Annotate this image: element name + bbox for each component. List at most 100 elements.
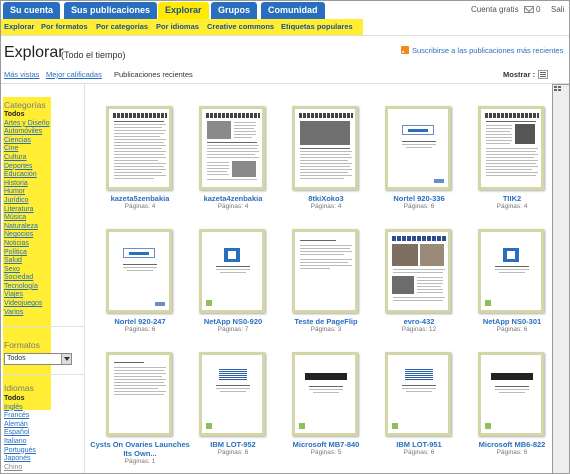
- publication-thumbnail[interactable]: [385, 229, 451, 313]
- publication-thumbnail[interactable]: [478, 106, 544, 190]
- publication-title[interactable]: Microsoft MB7-840: [274, 440, 378, 449]
- publication-title[interactable]: TIIK2: [460, 194, 564, 203]
- publication-thumbnail[interactable]: [292, 106, 358, 190]
- category-item[interactable]: Videojuegos: [4, 300, 50, 309]
- publication-thumbnail[interactable]: [385, 352, 451, 436]
- publication-thumbnail[interactable]: [106, 229, 172, 313]
- category-item[interactable]: Artes y Diseño: [4, 120, 50, 129]
- divider: [1, 326, 85, 327]
- sort-mas-vistas[interactable]: Más vistas: [4, 70, 39, 79]
- publication-thumbnail[interactable]: [106, 352, 172, 436]
- language-item[interactable]: Alemán: [4, 421, 36, 430]
- category-item[interactable]: Música: [4, 214, 50, 223]
- tab-comunidad[interactable]: Comunidad: [261, 2, 325, 19]
- sort-mejor-calificadas[interactable]: Mejor calificadas: [46, 70, 102, 79]
- language-item[interactable]: Inglés: [4, 404, 36, 413]
- publication-title[interactable]: IBM LOT-951: [367, 440, 471, 449]
- publication-title[interactable]: 8tkiXoko3: [274, 194, 378, 203]
- rss-icon: [401, 46, 409, 54]
- publication-thumbnail[interactable]: [292, 352, 358, 436]
- formats-heading: Formatos: [4, 340, 40, 350]
- language-item[interactable]: Español: [4, 429, 36, 438]
- tab-sus-publicaciones[interactable]: Sus publicaciones: [64, 2, 158, 19]
- sort-publicaciones-recientes[interactable]: Publicaciones recientes: [114, 70, 193, 79]
- publication-title[interactable]: NetApp NS0-301: [460, 317, 564, 326]
- publication-thumbnail[interactable]: [478, 352, 544, 436]
- publication-thumbnail[interactable]: [199, 106, 265, 190]
- category-item[interactable]: Ciencias: [4, 137, 50, 146]
- category-item[interactable]: Negocios: [4, 231, 50, 240]
- format-select-value: Todos: [7, 355, 26, 362]
- language-item[interactable]: Chino: [4, 464, 36, 473]
- category-item[interactable]: Automóviles: [4, 128, 50, 137]
- publication-title[interactable]: Nortel 920-336: [367, 194, 471, 203]
- publication-title[interactable]: kazeta4zenbakia: [181, 194, 285, 203]
- publication-pages: Páginas: 6: [496, 326, 528, 333]
- tab-grupos[interactable]: Grupos: [211, 2, 258, 19]
- publication-title[interactable]: evro-432: [367, 317, 471, 326]
- publication-title[interactable]: Teste de PageFlip: [274, 317, 378, 326]
- list-view-icon[interactable]: [538, 70, 548, 79]
- publication-thumbnail[interactable]: [292, 229, 358, 313]
- category-item[interactable]: Historia: [4, 180, 50, 189]
- subnav-etiquetas-populares[interactable]: Etiquetas populares: [281, 22, 353, 31]
- publication-title[interactable]: Microsoft MB6-822: [460, 440, 564, 449]
- publication-pages: Páginas: 6: [403, 449, 435, 456]
- exit-link[interactable]: Sali: [551, 5, 564, 14]
- category-item[interactable]: Deportes: [4, 163, 50, 172]
- subnav-por-idiomas[interactable]: Por idiomas: [156, 22, 199, 31]
- category-item[interactable]: Salud: [4, 257, 50, 266]
- language-item[interactable]: Todos: [4, 395, 36, 404]
- languages-list: Todos Inglés Francés Alemán Español Ital…: [4, 395, 36, 472]
- tab-explorar[interactable]: Explorar: [158, 2, 209, 19]
- publication-pages: Páginas: 7: [217, 326, 249, 333]
- publication-title[interactable]: Nortel 920-247: [88, 317, 192, 326]
- category-item[interactable]: Política: [4, 249, 50, 258]
- category-item[interactable]: Naturaleza: [4, 223, 50, 232]
- publication-thumbnail[interactable]: [478, 229, 544, 313]
- category-item[interactable]: Todos: [4, 111, 50, 120]
- divider: [1, 374, 85, 375]
- page-title: Explorar: [4, 44, 64, 61]
- tab-su-cuenta[interactable]: Su cuenta: [3, 2, 61, 19]
- publication-title[interactable]: IBM LOT-952: [181, 440, 285, 449]
- category-item[interactable]: Noticias: [4, 240, 50, 249]
- language-item[interactable]: Francés: [4, 412, 36, 421]
- categories-heading: Categorías: [4, 100, 46, 110]
- category-item[interactable]: Sexo: [4, 266, 50, 275]
- language-item[interactable]: Portugués: [4, 447, 36, 456]
- rss-subscribe-link[interactable]: Suscribirse a las publicaciones más reci…: [401, 46, 563, 55]
- publication-thumbnail[interactable]: [199, 229, 265, 313]
- category-item[interactable]: Jurídico: [4, 197, 50, 206]
- category-item[interactable]: Cine: [4, 145, 50, 154]
- language-item[interactable]: Japonés: [4, 455, 36, 464]
- category-item[interactable]: Cultura: [4, 154, 50, 163]
- languages-heading: Idiomas: [4, 383, 34, 393]
- publication-pages: Páginas: 6: [403, 203, 435, 210]
- format-select[interactable]: Todos: [4, 353, 72, 365]
- publication-thumbnail[interactable]: [385, 106, 451, 190]
- publication-thumbnail[interactable]: [106, 106, 172, 190]
- category-item[interactable]: Viajes: [4, 291, 50, 300]
- subnav-creative-commons[interactable]: Creative commons: [207, 22, 274, 31]
- category-item[interactable]: Humor: [4, 188, 50, 197]
- sidebar: Categorías Todos Artes y Diseño Automóvi…: [1, 84, 85, 473]
- category-item[interactable]: Literatura: [4, 206, 50, 215]
- category-item[interactable]: Sociedad: [4, 274, 50, 283]
- language-item[interactable]: Italiano: [4, 438, 36, 447]
- publication-thumbnail[interactable]: [199, 352, 265, 436]
- mail-indicator[interactable]: 0: [524, 5, 540, 14]
- publications-grid: kazeta5zenbakia Páginas: 4 kazeta4zenbak…: [85, 84, 569, 473]
- category-item[interactable]: Varios: [4, 309, 50, 318]
- subnav-por-categorias[interactable]: Por categorías: [96, 22, 148, 31]
- publication-title[interactable]: kazeta5zenbakia: [88, 194, 192, 203]
- publication-title[interactable]: Cysts On Ovaries Launches Its Own...: [88, 440, 192, 458]
- publication-pages: Páginas: 5: [310, 449, 342, 456]
- category-item[interactable]: Educación: [4, 171, 50, 180]
- subnav-explorar[interactable]: Explorar: [4, 22, 34, 31]
- category-item[interactable]: Tecnología: [4, 283, 50, 292]
- publication-title[interactable]: NetApp NS0-920: [181, 317, 285, 326]
- subnav-por-formatos[interactable]: Por formatos: [41, 22, 88, 31]
- publication-pages: Páginas: 6: [496, 449, 528, 456]
- mail-count: 0: [536, 5, 541, 14]
